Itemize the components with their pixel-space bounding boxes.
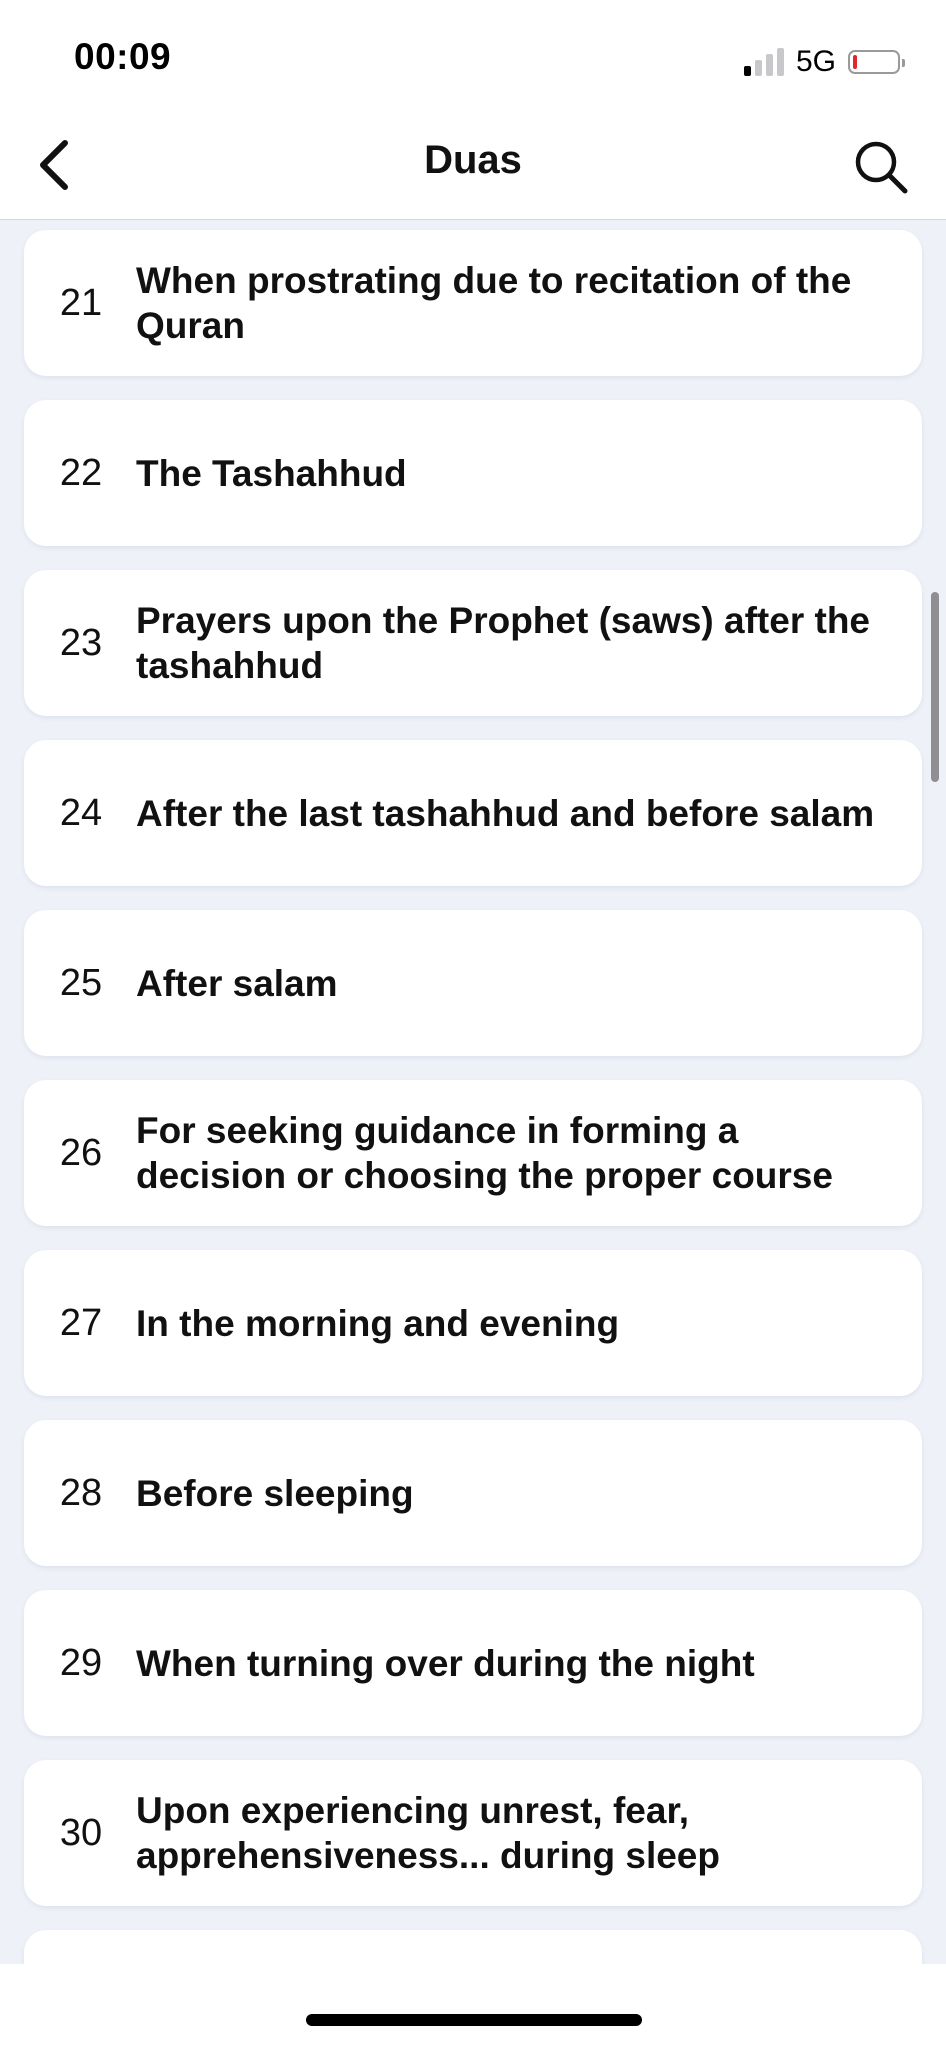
dua-number: 22 — [59, 451, 103, 494]
dua-list-item[interactable]: 21 When prostrating due to recitation of… — [24, 230, 922, 376]
dua-title: Prayers upon the Prophet (saws) after th… — [136, 600, 871, 686]
dua-list-item[interactable]: 28 Before sleeping — [24, 1420, 922, 1566]
dua-number: 30 — [59, 1811, 103, 1854]
dua-list-item[interactable]: 25 After salam — [24, 910, 922, 1056]
dua-number: 24 — [59, 791, 103, 834]
scrollbar-thumb[interactable] — [931, 592, 939, 782]
dua-title: When prostrating due to recitation of th… — [136, 260, 852, 346]
dua-number: 26 — [59, 1131, 103, 1174]
dua-list-item[interactable]: 23 Prayers upon the Prophet (saws) after… — [24, 570, 922, 716]
battery-icon — [848, 50, 905, 74]
dua-title: For seeking guidance in forming a decisi… — [136, 1110, 833, 1196]
dua-title: After the last tashahhud and before sala… — [136, 792, 875, 834]
dua-title: Before sleeping — [136, 1472, 414, 1514]
navigation-bar: Duas — [0, 110, 946, 220]
page-title: Duas — [424, 138, 522, 182]
dua-number: 29 — [59, 1641, 103, 1684]
dua-number: 25 — [59, 961, 103, 1004]
dua-title: After salam — [136, 962, 338, 1004]
dua-number: 23 — [59, 621, 103, 664]
status-indicators: 5G — [740, 42, 905, 82]
network-type: 5G — [795, 45, 836, 78]
dua-list-item[interactable]: 24 After the last tashahhud and before s… — [24, 740, 922, 886]
dua-title: The Tashahhud — [136, 452, 407, 494]
home-indicator-area — [0, 1964, 946, 2048]
search-icon — [855, 141, 908, 194]
dua-number: 28 — [59, 1471, 103, 1514]
dua-list[interactable]: 21 When prostrating due to recitation of… — [0, 220, 946, 1964]
dua-list-item[interactable]: 30 Upon experiencing unrest, fear, appre… — [24, 1760, 922, 1906]
dua-list-item[interactable]: 27 In the morning and evening — [24, 1250, 922, 1396]
home-indicator[interactable] — [306, 2014, 642, 2026]
cellular-signal-icon — [740, 48, 784, 76]
dua-title: In the morning and evening — [136, 1302, 620, 1344]
dua-list-item[interactable]: 22 The Tashahhud — [24, 400, 922, 546]
status-time: 00:09 — [74, 36, 172, 77]
dua-number: 27 — [59, 1301, 103, 1344]
dua-title: When turning over during the night — [136, 1642, 755, 1684]
dua-list-item[interactable]: 29 When turning over during the night — [24, 1590, 922, 1736]
search-button[interactable] — [846, 132, 916, 202]
dua-number: 21 — [59, 281, 103, 324]
status-bar: 00:09 5G — [0, 0, 946, 110]
dua-list-item-partial[interactable] — [24, 1930, 922, 1964]
dua-list-item[interactable]: 26 For seeking guidance in forming a dec… — [24, 1080, 922, 1226]
battery-level — [853, 55, 857, 69]
dua-title: Upon experiencing unrest, fear, apprehen… — [136, 1790, 720, 1876]
